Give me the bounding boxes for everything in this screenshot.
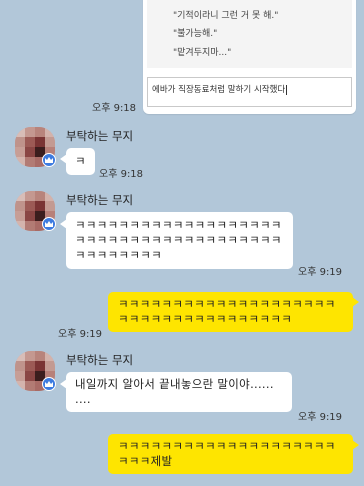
bubble-tail: [352, 440, 359, 450]
crown-badge-icon: [42, 217, 56, 231]
message-time: 오후 9:19: [58, 329, 103, 340]
bubble-tail: [352, 297, 359, 307]
message-bubble[interactable]: ㅋ: [66, 148, 95, 175]
my-message-bubble[interactable]: ㅋㅋㅋㅋㅋㅋㅋㅋㅋㅋㅋㅋㅋㅋㅋㅋㅋㅋㅋㅋㅋㅋㅋㅋㅋㅋㅋㅋㅋㅋㅋㅋㅋㅋㅋㅋ: [108, 292, 353, 332]
image-quote-line: "기적이라니 그런 거 못 해.": [173, 10, 279, 21]
text-caret: [286, 84, 288, 95]
image-quote-area: 이기이니... "기적이라니 그런 거 못 해." "불가능해." "맡겨두지마…: [147, 0, 352, 68]
message-time: 오후 9:18: [99, 169, 144, 180]
image-compose-text: 에바가 직장동료처럼 말하기 시작했다: [152, 85, 286, 95]
message-bubble[interactable]: ㅋㅋㅋㅋㅋㅋㅋㅋㅋㅋㅋㅋㅋㅋㅋㅋㅋㅋㅋㅋㅋㅋㅋㅋㅋㅋㅋㅋㅋㅋㅋㅋㅋㅋㅋㅋㅋㅋㅋㅋ…: [66, 212, 293, 269]
image-quote-line: "불가능해.": [173, 29, 218, 39]
message-time: 오후 9:18: [92, 103, 137, 114]
message-time: 오후 9:19: [298, 412, 343, 423]
crown-badge-icon: [42, 377, 56, 391]
message-bubble[interactable]: 내일까지 알아서 끝내놓으란 말이야...... ....: [66, 372, 292, 412]
message-time: 오후 9:19: [298, 267, 343, 278]
sender-name: 부탁하는 무지: [66, 129, 134, 143]
my-message-bubble[interactable]: ㅋㅋㅋㅋㅋㅋㅋㅋㅋㅋㅋㅋㅋㅋㅋㅋㅋㅋㅋㅋㅋㅋㅋ제발: [108, 434, 353, 474]
sender-name: 부탁하는 무지: [66, 193, 134, 207]
crown-badge-icon: [42, 153, 56, 167]
shared-image-message[interactable]: 이기이니... "기적이라니 그런 거 못 해." "불가능해." "맡겨두지마…: [143, 0, 356, 114]
image-compose-field: 에바가 직장동료처럼 말하기 시작했다: [147, 77, 352, 107]
sender-name: 부탁하는 무지: [66, 353, 134, 367]
image-quote-line: "맡겨두지마...": [173, 47, 232, 58]
